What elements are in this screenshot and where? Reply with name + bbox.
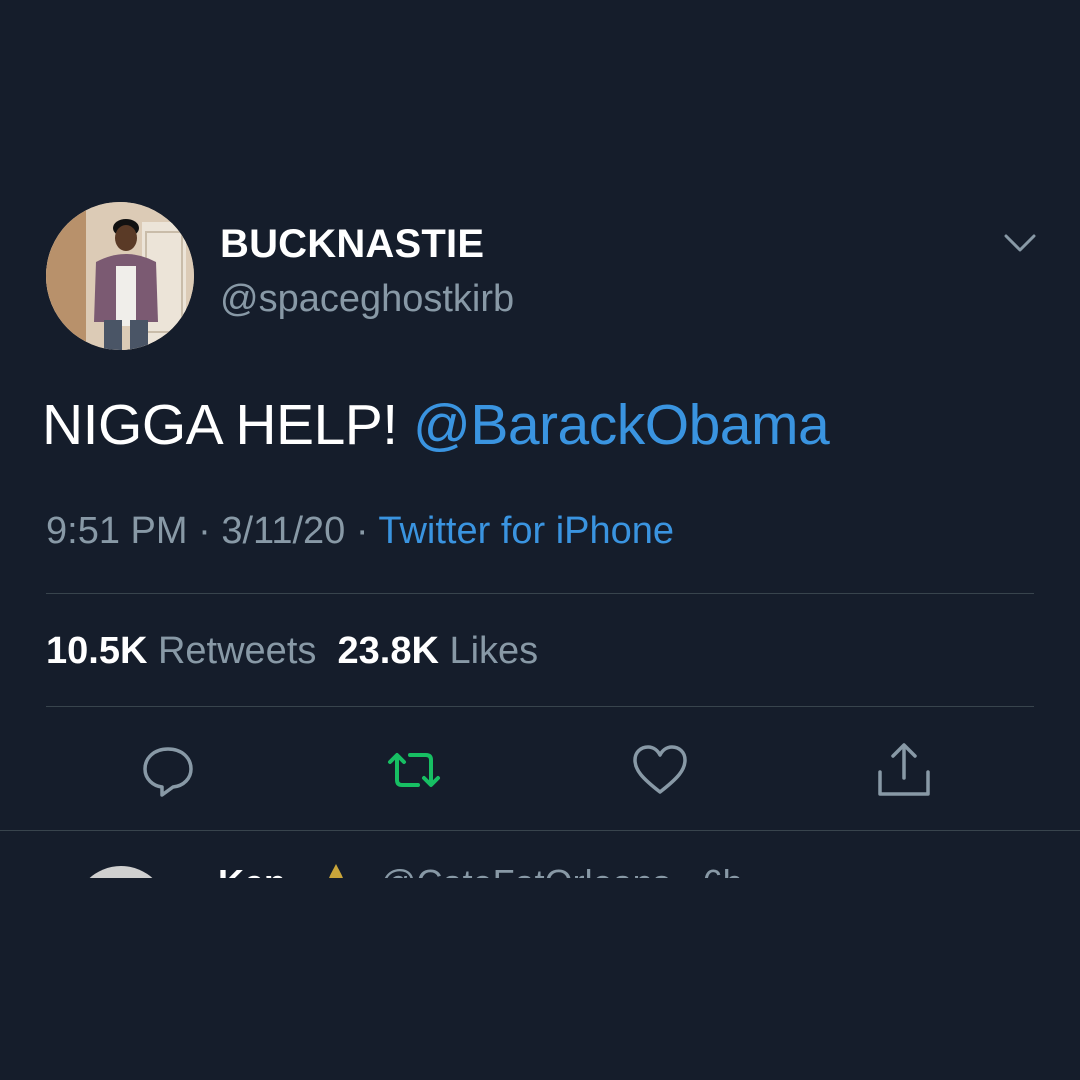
meta-separator: · bbox=[345, 510, 379, 552]
reply-icon[interactable] bbox=[138, 740, 198, 800]
divider bbox=[0, 830, 1080, 831]
avatar-photo bbox=[46, 202, 194, 350]
tweet-meta: 9:51 PM · 3/11/20 · Twitter for iPhone bbox=[46, 510, 674, 553]
tweet-source-link[interactable]: Twitter for iPhone bbox=[378, 510, 674, 552]
more-icon[interactable]: ··· bbox=[1000, 872, 1030, 878]
avatar[interactable] bbox=[46, 202, 194, 350]
retweet-icon[interactable] bbox=[384, 740, 444, 800]
reply-display-name[interactable]: Ken bbox=[218, 862, 286, 878]
divider bbox=[46, 706, 1034, 707]
tweet-date: 3/11/20 bbox=[221, 510, 346, 552]
likes-count[interactable]: 23.8K bbox=[338, 630, 439, 672]
next-reply-preview[interactable]: Ken @CateFatOrleans · 6h ··· bbox=[0, 832, 1080, 878]
tweet-text: NIGGA HELP! @BarackObama bbox=[42, 392, 830, 458]
user-handle[interactable]: @spaceghostkirb bbox=[220, 278, 514, 321]
mention-link[interactable]: @BarackObama bbox=[413, 393, 830, 457]
likes-label[interactable]: Likes bbox=[449, 630, 538, 672]
divider bbox=[46, 593, 1034, 594]
tweet-detail: BUCKNASTIE @spaceghostkirb NIGGA HELP! @… bbox=[0, 0, 1080, 1080]
share-icon[interactable] bbox=[874, 740, 934, 800]
emoji-icon bbox=[329, 864, 343, 878]
reply-avatar[interactable] bbox=[74, 866, 168, 878]
tweet-time: 9:51 PM bbox=[46, 510, 188, 552]
retweets-label[interactable]: Retweets bbox=[158, 630, 316, 672]
display-name[interactable]: BUCKNASTIE bbox=[220, 222, 484, 267]
meta-separator: · bbox=[187, 510, 222, 552]
engagement-stats: 10.5K Retweets 23.8K Likes bbox=[46, 630, 538, 673]
reply-handle[interactable]: @CateFatOrleans · 6h bbox=[380, 862, 743, 878]
heart-icon[interactable] bbox=[630, 740, 690, 800]
retweets-count[interactable]: 10.5K bbox=[46, 630, 147, 672]
chevron-down-icon[interactable] bbox=[1000, 228, 1040, 258]
tweet-body: NIGGA HELP! bbox=[42, 393, 413, 457]
